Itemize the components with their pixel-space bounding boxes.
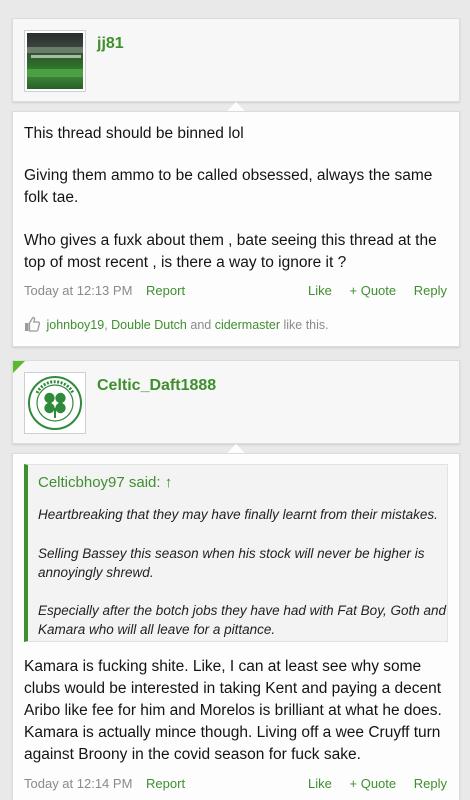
thumbs-up-icon: [24, 316, 41, 335]
liker-name[interactable]: johnboy19: [46, 318, 104, 332]
message-line: Who gives a fuxk about them , bate seein…: [24, 232, 437, 249]
liker-name[interactable]: cidermaster: [215, 318, 280, 332]
quote-line: Especially after the botch jobs they hav…: [38, 603, 446, 618]
post-actions: Like + Quote Reply: [294, 283, 447, 298]
timestamp[interactable]: Today at 12:13 PM: [24, 283, 132, 298]
quote-button[interactable]: + Quote: [350, 283, 397, 298]
message-line: Kamara is actually mince though. Living …: [24, 724, 441, 741]
message-line: Giving them ammo to be called obsessed, …: [24, 167, 433, 184]
message-line: Kamara is fucking shite. Like, I can at …: [24, 658, 422, 675]
quote-line: annoyingly shrewd.: [38, 565, 154, 580]
message-line: Aribo like fee for him and Morelos is br…: [24, 702, 442, 719]
report-link[interactable]: Report: [146, 776, 185, 791]
user-avatar[interactable]: [24, 30, 86, 92]
reply-button[interactable]: Reply: [414, 776, 447, 791]
likes-and: and: [186, 318, 215, 332]
post-meta: Today at 12:14 PM Report Like + Quote Re…: [24, 776, 447, 791]
post-1-header: jj81: [12, 18, 460, 102]
timestamp[interactable]: Today at 12:14 PM: [24, 776, 132, 791]
message-line: folk tae.: [24, 189, 79, 206]
post-1-pointer: [227, 102, 245, 111]
message-line: top of most recent , is there a way to i…: [24, 254, 347, 271]
quote-button[interactable]: + Quote: [350, 776, 397, 791]
quote-line: Heartbreaking that they may have finally…: [38, 507, 438, 522]
quote-line: Selling Bassey this season when his stoc…: [38, 546, 425, 561]
like-button[interactable]: Like: [308, 776, 332, 791]
celtic-crest-icon: [27, 375, 83, 431]
message-line: This thread should be binned lol: [24, 125, 244, 142]
user-avatar[interactable]: [24, 372, 86, 434]
quote-line: Kamara who will all leave for a pittance…: [38, 622, 276, 637]
post-2-header: Celtic_Daft1888: [12, 360, 460, 444]
liker-name[interactable]: Double Dutch: [111, 318, 187, 332]
post-2-pointer: [227, 444, 245, 453]
post-1-body: This thread should be binned lol Giving …: [12, 111, 460, 347]
post-2-body: Celticbhoy97 said: ↑ Heartbreaking that …: [12, 453, 460, 800]
quote-attribution[interactable]: Celticbhoy97 said: ↑: [38, 474, 172, 491]
like-button[interactable]: Like: [308, 283, 332, 298]
likes-summary: johnboy19, Double Dutch and cidermaster …: [24, 316, 329, 335]
quote-block: Celticbhoy97 said: ↑ Heartbreaking that …: [24, 464, 448, 642]
post-actions: Like + Quote Reply: [294, 776, 447, 791]
report-link[interactable]: Report: [146, 283, 185, 298]
username[interactable]: jj81: [97, 35, 124, 53]
likes-suffix: like this.: [280, 318, 329, 332]
message-line: clubs would be interested in taking Kent…: [24, 680, 442, 697]
message-line: against Broony in the covid season for f…: [24, 746, 361, 763]
post-meta: Today at 12:13 PM Report Like + Quote Re…: [24, 283, 447, 298]
username[interactable]: Celtic_Daft1888: [97, 377, 216, 395]
reply-button[interactable]: Reply: [414, 283, 447, 298]
